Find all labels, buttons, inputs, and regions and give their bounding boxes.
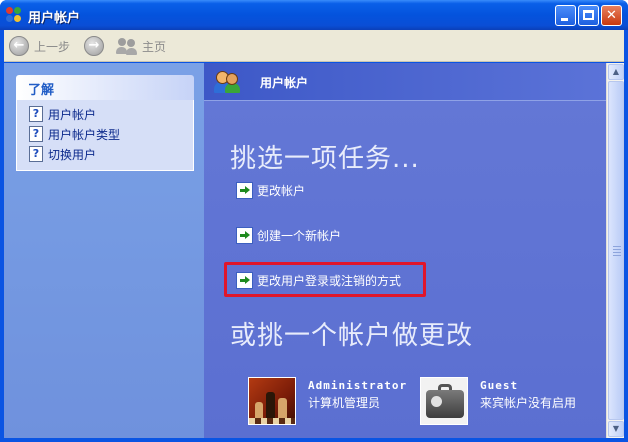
sidebar-item-label: 用户帐户类型	[48, 127, 121, 142]
maximize-icon	[583, 10, 594, 20]
learn-about-box: 了解 ? 用户帐户 ? 用户帐户类型 ? 切换用户	[16, 75, 194, 171]
forward-button[interactable]: →	[84, 35, 109, 57]
sidebar-item-user-accounts[interactable]: ? 用户帐户	[29, 104, 193, 124]
main-header: 用户帐户	[204, 63, 606, 101]
minimize-button[interactable]	[555, 5, 576, 26]
forward-icon: →	[84, 36, 104, 56]
back-button[interactable]: ← 上一步	[9, 35, 70, 57]
task-label: 更改用户登录或注销的方式	[257, 273, 402, 288]
go-arrow-icon	[236, 226, 253, 244]
sidebar-item-label: 用户帐户	[48, 107, 97, 122]
task-create-account[interactable]: 创建一个新帐户	[236, 225, 341, 245]
content-area: 了解 ? 用户帐户 ? 用户帐户类型 ? 切换用户 用户帐户 挑选一项任务...…	[4, 63, 624, 438]
maximize-button[interactable]	[578, 5, 599, 26]
task-label: 创建一个新帐户	[257, 228, 342, 243]
home-button[interactable]: 主页	[116, 35, 166, 57]
pick-account-heading: 或挑一个帐户做更改	[230, 321, 474, 351]
task-change-account[interactable]: 更改帐户	[236, 180, 305, 200]
account-guest[interactable]: Guest 来宾帐户没有启用	[420, 377, 576, 425]
toolbar: ← 上一步 → 主页	[4, 30, 624, 62]
scroll-down-button[interactable]: ▼	[608, 421, 624, 437]
window-title: 用户帐户	[28, 11, 81, 26]
help-icon: ?	[29, 126, 43, 142]
back-label: 上一步	[34, 39, 71, 54]
learn-about-header[interactable]: 了解	[16, 75, 194, 100]
back-icon: ←	[9, 36, 29, 56]
home-label: 主页	[142, 39, 167, 54]
main-header-title: 用户帐户	[260, 76, 309, 90]
avatar	[420, 377, 468, 425]
sidebar-item-label: 切换用户	[48, 147, 97, 162]
scroll-thumb[interactable]	[608, 81, 624, 420]
vertical-scrollbar[interactable]: ▲ ▼	[606, 63, 624, 438]
account-role: 计算机管理员	[308, 396, 381, 410]
help-icon: ?	[29, 106, 43, 122]
left-pane: 了解 ? 用户帐户 ? 用户帐户类型 ? 切换用户	[4, 63, 204, 438]
close-icon: ✕	[606, 8, 617, 23]
account-name: Administrator	[308, 379, 408, 392]
users-icon	[116, 37, 138, 55]
window: 用户帐户 ✕ ← 上一步 → 主页 了解 ? 用户帐户 ? 用户帐户类型 ? 切…	[0, 0, 628, 442]
sidebar-item-switch-users[interactable]: ? 切换用户	[29, 144, 193, 164]
scroll-up-button[interactable]: ▲	[608, 64, 624, 80]
close-button[interactable]: ✕	[601, 5, 622, 26]
learn-about-list: ? 用户帐户 ? 用户帐户类型 ? 切换用户	[16, 100, 194, 171]
avatar	[248, 377, 296, 425]
title-bar[interactable]: 用户帐户 ✕	[0, 0, 628, 30]
main-pane: 用户帐户 挑选一项任务... 更改帐户 创建一个新帐户 更改用户登录或注销的方式…	[204, 63, 606, 438]
sidebar-item-account-types[interactable]: ? 用户帐户类型	[29, 124, 193, 144]
account-administrator[interactable]: Administrator 计算机管理员	[248, 377, 407, 425]
account-role: 来宾帐户没有启用	[480, 396, 577, 410]
help-icon: ?	[29, 146, 43, 162]
user-accounts-icon	[214, 70, 242, 94]
minimize-icon	[561, 18, 568, 21]
task-label: 更改帐户	[257, 183, 306, 198]
go-arrow-icon	[236, 181, 253, 199]
task-change-logon-logoff[interactable]: 更改用户登录或注销的方式	[236, 270, 401, 290]
app-icon	[6, 7, 22, 23]
pick-task-heading: 挑选一项任务...	[230, 144, 420, 174]
account-name: Guest	[480, 379, 519, 392]
go-arrow-icon	[236, 271, 253, 289]
